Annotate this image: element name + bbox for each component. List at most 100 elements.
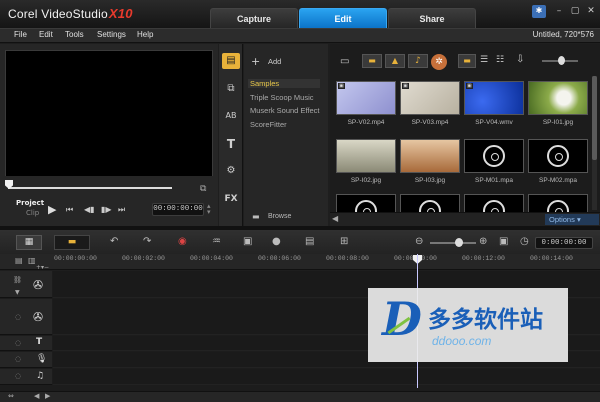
- zoom-slider-handle[interactable]: [455, 238, 463, 247]
- sort-icon[interactable]: ✲: [431, 54, 447, 70]
- folder-muserk[interactable]: Muserk Sound Effect: [250, 106, 319, 115]
- title-icon[interactable]: T: [222, 136, 240, 152]
- track-expand-icon[interactable]: ▼: [15, 289, 20, 296]
- watermark: D 多多软件站 ddooo.com: [368, 288, 568, 362]
- list-view-icon[interactable]: ☰: [480, 55, 488, 65]
- timecode-spinner-icon[interactable]: ▴ ▾: [207, 203, 211, 216]
- media-item[interactable]: [336, 194, 396, 214]
- media-item[interactable]: SP-M02.mpa: [528, 139, 590, 184]
- media-item[interactable]: ▣ SP-V03.mp4: [400, 81, 462, 126]
- subtitle-editor-icon[interactable]: ▤: [305, 236, 314, 247]
- show-photos-icon[interactable]: ▲: [385, 54, 405, 68]
- clock-icon[interactable]: ◷: [520, 236, 529, 247]
- tab-share[interactable]: Share: [388, 8, 476, 28]
- multi-camera-icon[interactable]: ⊞: [340, 236, 348, 247]
- track-toggle-icon[interactable]: ◌: [15, 339, 21, 347]
- zoom-slider[interactable]: [430, 242, 476, 244]
- mode-project[interactable]: Project: [16, 199, 44, 207]
- prev-frame-icon[interactable]: ◀▮: [84, 205, 95, 214]
- media-name: SP-V02.mp4: [347, 119, 385, 126]
- chapter-point-icon[interactable]: ▥: [28, 256, 36, 265]
- track-link-icon[interactable]: ⛓: [13, 276, 22, 284]
- media-thumbnail: [400, 81, 460, 115]
- storyboard-view-icon[interactable]: ▬: [54, 235, 90, 250]
- add-remove-chapter-icon[interactable]: +▾−: [36, 264, 49, 271]
- maximize-icon[interactable]: ▢: [568, 5, 582, 18]
- track-toggle-icon[interactable]: ◌: [15, 355, 21, 363]
- auto-music-icon[interactable]: ▣: [243, 236, 252, 247]
- videostudio-window: Corel VideoStudioX10 Capture Edit Share …: [0, 0, 600, 402]
- show-videos-icon[interactable]: ▬: [362, 54, 382, 68]
- tab-capture[interactable]: Capture: [210, 8, 298, 28]
- options-button[interactable]: Options ▾: [545, 214, 599, 225]
- menu-tools[interactable]: Tools: [65, 30, 84, 39]
- folder-samples[interactable]: Samples: [248, 79, 320, 88]
- collapse-nav-icon[interactable]: ◀: [332, 214, 338, 223]
- close-icon[interactable]: ✕: [584, 5, 598, 18]
- add-folder-label[interactable]: Add: [268, 57, 281, 66]
- ruler-tick: 00:00:12:00: [462, 255, 505, 262]
- media-item[interactable]: SP-I01.jpg: [528, 81, 590, 126]
- browse-icon[interactable]: ▬: [252, 212, 260, 221]
- next-frame-icon[interactable]: ▮▶: [101, 205, 112, 214]
- timeline-view-icon[interactable]: ▦: [16, 235, 42, 250]
- media-item[interactable]: [528, 194, 588, 214]
- split-view-icon[interactable]: ⧉: [200, 184, 206, 194]
- menu-help[interactable]: Help: [137, 30, 153, 39]
- scrub-track[interactable]: [8, 187, 172, 189]
- zoom-in-icon[interactable]: ⊕: [479, 236, 487, 247]
- menu-edit[interactable]: Edit: [39, 30, 53, 39]
- instant-project-icon[interactable]: ⧉: [222, 81, 240, 97]
- folder-icon[interactable]: ▭: [340, 56, 349, 67]
- play-icon[interactable]: ▶: [48, 203, 56, 216]
- transition-icon[interactable]: AB: [222, 108, 240, 124]
- motion-tracking-icon[interactable]: ●: [272, 236, 281, 247]
- media-item[interactable]: SP-I02.jpg: [336, 139, 398, 184]
- media-item[interactable]: ▣ SP-V02.mp4: [336, 81, 398, 126]
- thumb-size-handle[interactable]: [558, 56, 565, 65]
- record-capture-icon[interactable]: ◉: [178, 236, 187, 247]
- media-item[interactable]: [400, 194, 460, 214]
- mode-clip[interactable]: Clip: [26, 209, 39, 217]
- sound-mixer-icon[interactable]: ♒: [212, 236, 221, 247]
- resize-icon[interactable]: ⇔: [8, 392, 14, 400]
- add-icon[interactable]: +: [251, 55, 260, 68]
- media-item[interactable]: [464, 194, 524, 214]
- track-manager-icon[interactable]: ▤: [15, 256, 23, 265]
- track-toggle-icon[interactable]: ◌: [15, 313, 21, 321]
- show-audio-icon[interactable]: ♪: [408, 54, 428, 68]
- filter-fx-icon[interactable]: FX: [222, 191, 240, 207]
- scroll-left-icon[interactable]: ◀: [34, 392, 39, 400]
- details-view-icon[interactable]: ☷: [496, 55, 504, 65]
- timeline-scrollbar[interactable]: ⇔ ◀ ▶: [0, 391, 600, 402]
- help-icon[interactable]: ✱: [532, 5, 546, 18]
- timeline-timecode[interactable]: 0:00:00:00: [535, 237, 593, 249]
- tab-edit[interactable]: Edit: [299, 8, 387, 28]
- menu-file[interactable]: File: [14, 30, 27, 39]
- player-timecode[interactable]: 00:00:00:00: [152, 203, 204, 216]
- media-item[interactable]: SP-M01.mpa: [464, 139, 526, 184]
- minimize-icon[interactable]: –: [552, 5, 566, 18]
- menu-settings[interactable]: Settings: [97, 30, 126, 39]
- media-icon[interactable]: ▤: [222, 53, 240, 69]
- timeline-ruler[interactable]: ▤ ▥ +▾− 00:00:00:00 00:00:02:00 00:00:04…: [0, 254, 600, 271]
- media-item[interactable]: SP-I03.jpg: [400, 139, 462, 184]
- graphic-icon[interactable]: ⚙: [222, 163, 240, 179]
- zoom-out-icon[interactable]: ⊖: [415, 236, 423, 247]
- media-item[interactable]: ▣ SP-V04.wmv: [464, 81, 526, 126]
- folder-scorefitter[interactable]: ScoreFitter: [250, 120, 287, 129]
- home-icon[interactable]: ⏮: [66, 205, 73, 215]
- browse-button[interactable]: Browse: [268, 213, 291, 220]
- undo-icon[interactable]: ↶: [110, 236, 118, 247]
- media-name: SP-V03.mp4: [411, 119, 449, 126]
- scroll-right-icon[interactable]: ▶: [45, 392, 50, 400]
- track-toggle-icon[interactable]: ◌: [15, 372, 21, 380]
- music-track[interactable]: [53, 369, 600, 385]
- import-icon[interactable]: ⇩: [516, 54, 524, 65]
- redo-icon[interactable]: ↷: [143, 236, 151, 247]
- folder-triple-scoop[interactable]: Triple Scoop Music: [250, 93, 314, 102]
- fit-project-icon[interactable]: ▣: [499, 236, 508, 247]
- end-icon[interactable]: ⏭: [118, 205, 125, 215]
- thumbnail-view-icon[interactable]: ▬: [458, 54, 476, 68]
- library-scroll-thumb[interactable]: [592, 76, 597, 160]
